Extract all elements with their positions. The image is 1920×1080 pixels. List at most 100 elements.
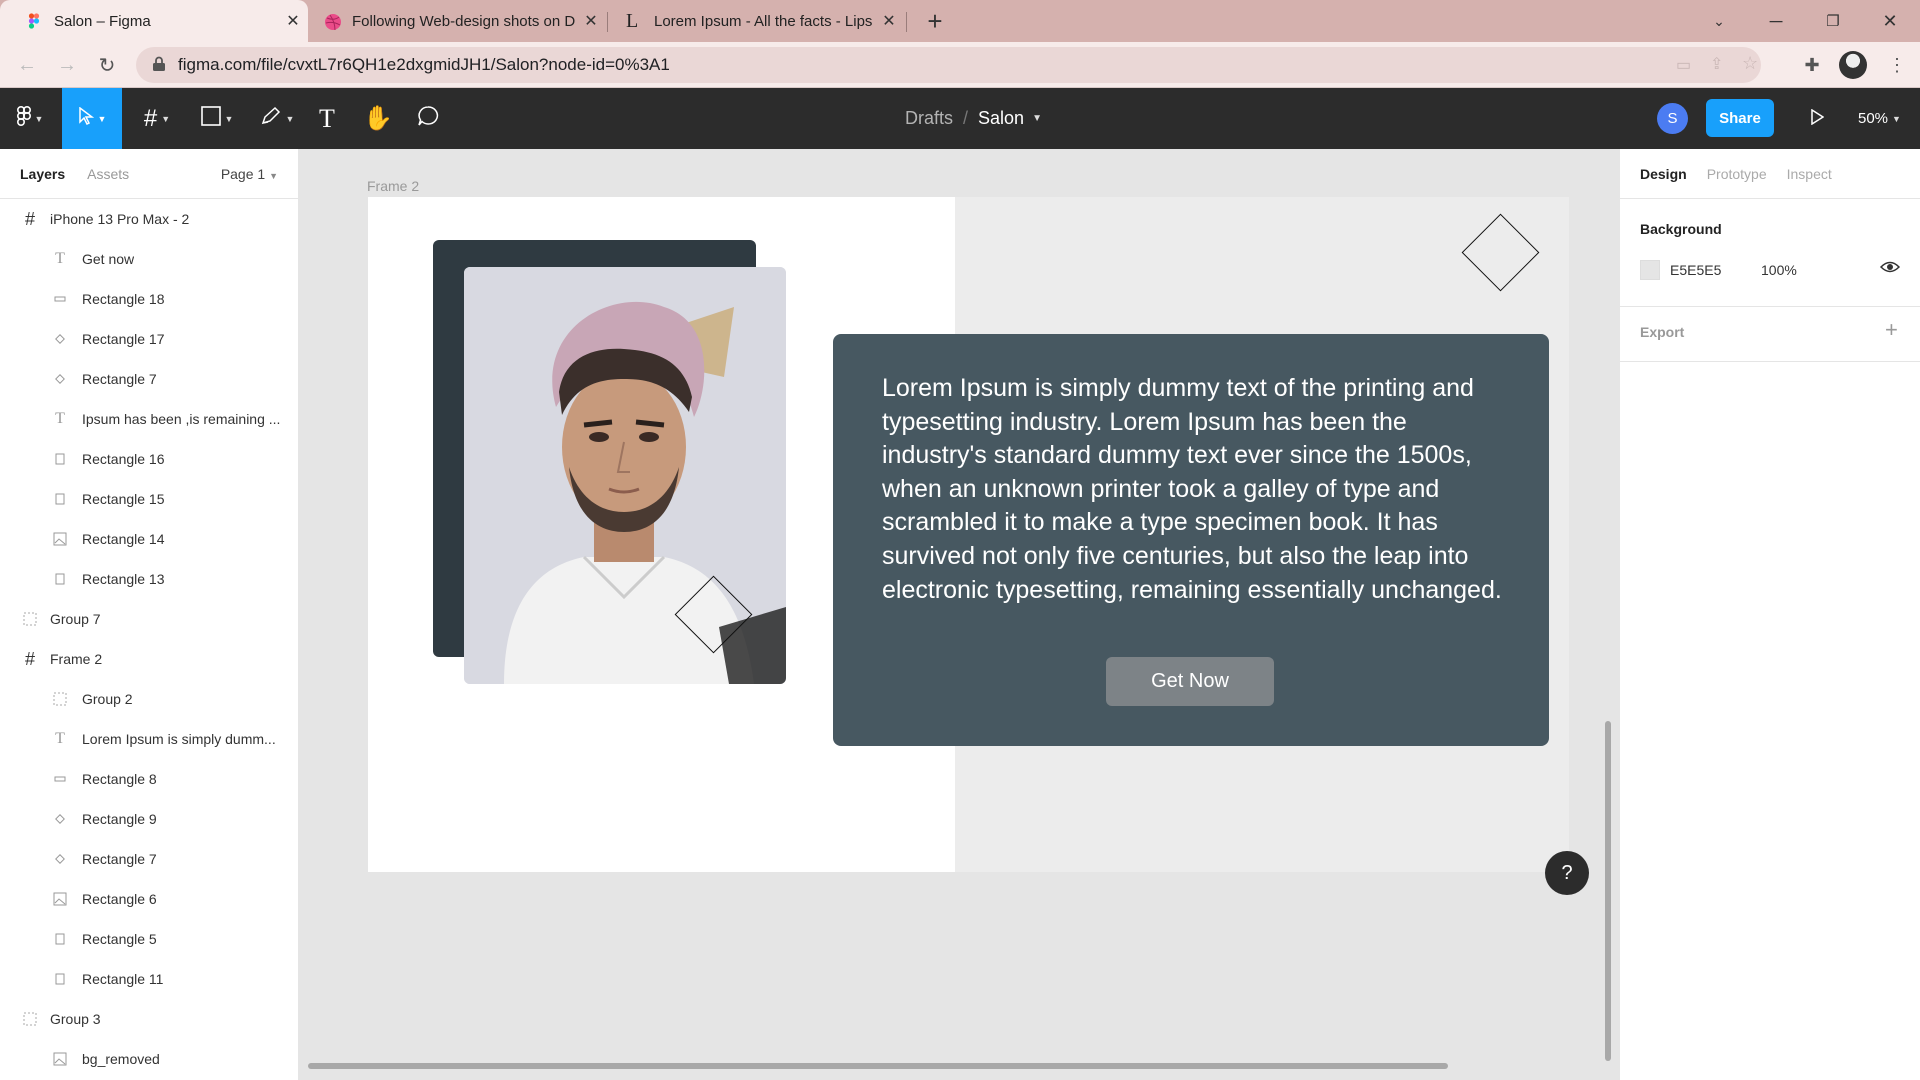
layer-label: Rectangle 5 xyxy=(82,931,157,947)
share-page-icon[interactable]: ⇪ xyxy=(1710,54,1723,74)
reload-icon[interactable]: ↻ xyxy=(92,50,122,80)
tab-search-icon[interactable]: ⌄ xyxy=(1696,0,1742,42)
lipsum-icon: L xyxy=(626,10,639,32)
layer-row[interactable]: T Ipsum has been ,is remaining ... xyxy=(0,399,298,439)
layer-row[interactable]: Rectangle 5 xyxy=(0,919,298,959)
layer-row[interactable]: Rectangle 11 xyxy=(0,959,298,999)
layer-row[interactable]: Rectangle 15 xyxy=(0,479,298,519)
tab-prototype[interactable]: Prototype xyxy=(1707,166,1767,182)
layer-label: Rectangle 15 xyxy=(82,491,165,507)
move-tool-button[interactable]: ▼ xyxy=(62,88,122,149)
layer-row[interactable]: # Frame 2 xyxy=(0,639,298,679)
canvas[interactable]: Frame 2 Lorem Ipsum is simply dummy text… xyxy=(300,149,1618,1080)
text-tool-button[interactable]: T xyxy=(308,88,346,149)
restore-icon[interactable]: ❐ xyxy=(1810,0,1856,42)
layer-row[interactable]: Rectangle 6 xyxy=(0,879,298,919)
figma-logo-icon xyxy=(16,105,31,131)
tab-assets[interactable]: Assets xyxy=(87,166,129,182)
window-close-icon[interactable]: ✕ xyxy=(1867,0,1913,42)
user-avatar[interactable]: S xyxy=(1657,103,1688,134)
profile-avatar[interactable] xyxy=(1838,50,1868,80)
layer-row[interactable]: Group 2 xyxy=(0,679,298,719)
tab-layers[interactable]: Layers xyxy=(20,166,65,182)
present-button[interactable] xyxy=(1802,104,1832,134)
layer-row[interactable]: Rectangle 16 xyxy=(0,439,298,479)
layer-row[interactable]: Rectangle 18 xyxy=(0,279,298,319)
play-icon xyxy=(1810,108,1825,130)
layer-row[interactable]: Group 3 xyxy=(0,999,298,1039)
frame-2[interactable]: Lorem Ipsum is simply dummy text of the … xyxy=(368,197,1569,872)
rectangle-icon xyxy=(50,973,70,985)
layer-row[interactable]: T Lorem Ipsum is simply dumm... xyxy=(0,719,298,759)
shape-tool-button[interactable]: ▼ xyxy=(192,88,242,149)
layer-row[interactable]: Rectangle 14 xyxy=(0,519,298,559)
layer-label: Group 2 xyxy=(82,691,133,707)
tab-design[interactable]: Design xyxy=(1640,166,1687,182)
layer-label: Rectangle 6 xyxy=(82,891,157,907)
browser-tab-bar: Salon – Figma ✕ Following Web-design sho… xyxy=(0,0,1920,42)
card-body-text[interactable]: Lorem Ipsum is simply dummy text of the … xyxy=(882,372,1502,607)
get-now-button[interactable]: Get Now xyxy=(1106,657,1274,706)
close-icon[interactable]: ✕ xyxy=(576,11,606,31)
layer-row[interactable]: # iPhone 13 Pro Max - 2 xyxy=(0,199,298,239)
install-app-icon[interactable]: ▭ xyxy=(1676,55,1691,75)
rectangle-icon xyxy=(50,933,70,945)
image-icon xyxy=(50,1052,70,1066)
minimize-icon[interactable]: ─ xyxy=(1753,0,1799,42)
layer-row[interactable]: Rectangle 7 xyxy=(0,359,298,399)
chevron-down-icon: ▼ xyxy=(34,113,44,124)
page-name: Page 1 xyxy=(220,165,266,182)
horizontal-scrollbar[interactable] xyxy=(308,1063,1448,1069)
hand-tool-button[interactable]: ✋ xyxy=(358,88,398,149)
new-tab-icon[interactable]: + xyxy=(912,0,958,42)
address-bar[interactable]: figma.com/file/cvxtL7r6QH1e2dxgmidJH1/Sa… xyxy=(136,47,1761,83)
chevron-down-icon: ▼ xyxy=(161,113,171,124)
zoom-menu[interactable]: 50% ▼ xyxy=(1858,88,1901,149)
text-card[interactable]: Lorem Ipsum is simply dummy text of the … xyxy=(833,334,1549,746)
layer-row[interactable]: bg_removed xyxy=(0,1039,298,1079)
background-section-title: Background xyxy=(1640,221,1722,237)
layer-row[interactable]: Rectangle 17 xyxy=(0,319,298,359)
tab-title: Salon – Figma xyxy=(54,12,151,30)
tab-inspect[interactable]: Inspect xyxy=(1787,166,1832,182)
browser-tab-dribbble[interactable]: Following Web-design shots on D ✕ xyxy=(308,0,606,42)
visibility-eye-icon[interactable] xyxy=(1879,259,1901,280)
section-divider xyxy=(1620,306,1920,307)
file-name[interactable]: Salon xyxy=(978,108,1024,129)
breadcrumb-drafts[interactable]: Drafts xyxy=(905,108,953,129)
pen-tool-button[interactable]: ▼ xyxy=(252,88,302,149)
layer-row[interactable]: Rectangle 8 xyxy=(0,759,298,799)
browser-tab-figma[interactable]: Salon – Figma ✕ xyxy=(0,0,308,42)
comment-tool-button[interactable] xyxy=(408,88,448,149)
share-button[interactable]: Share xyxy=(1706,99,1774,137)
layer-label: Rectangle 11 xyxy=(82,971,164,987)
layer-row[interactable]: Rectangle 7 xyxy=(0,839,298,879)
frame-label[interactable]: Frame 2 xyxy=(367,178,419,194)
layer-label: Group 3 xyxy=(50,1011,101,1027)
close-icon[interactable]: ✕ xyxy=(278,11,308,31)
page-selector[interactable]: Page 1 ▼ xyxy=(221,166,278,182)
main-menu-button[interactable]: ▼ xyxy=(0,88,60,149)
bookmark-star-icon[interactable]: ☆ xyxy=(1742,53,1758,74)
add-export-icon[interactable]: + xyxy=(1885,317,1898,343)
extensions-icon[interactable]: ✚ xyxy=(1797,50,1827,80)
layer-row[interactable]: Rectangle 9 xyxy=(0,799,298,839)
background-hex-input[interactable]: E5E5E5 xyxy=(1670,262,1721,278)
forward-icon[interactable]: → xyxy=(52,50,82,80)
browser-menu-icon[interactable]: ⋮ xyxy=(1882,50,1912,80)
layer-label: Get now xyxy=(82,251,135,267)
layer-row[interactable]: Group 7 xyxy=(0,599,298,639)
frame-tool-button[interactable]: # ▼ xyxy=(132,88,182,149)
chevron-down-icon: ▼ xyxy=(224,113,234,124)
layer-row[interactable]: T Get now xyxy=(0,239,298,279)
chevron-down-icon: ▼ xyxy=(285,113,295,124)
help-button[interactable]: ? xyxy=(1545,851,1589,895)
layer-row[interactable]: Rectangle 13 xyxy=(0,559,298,599)
vertical-scrollbar[interactable] xyxy=(1605,721,1611,1061)
close-icon[interactable]: ✕ xyxy=(874,11,904,31)
browser-tab-lipsum[interactable]: L Lorem Ipsum - All the facts - Lips ✕ xyxy=(608,0,904,42)
background-color-swatch[interactable] xyxy=(1640,260,1660,280)
chevron-down-icon[interactable]: ▼ xyxy=(1032,113,1042,124)
background-opacity-input[interactable]: 100% xyxy=(1761,262,1797,278)
back-icon[interactable]: ← xyxy=(12,50,42,80)
